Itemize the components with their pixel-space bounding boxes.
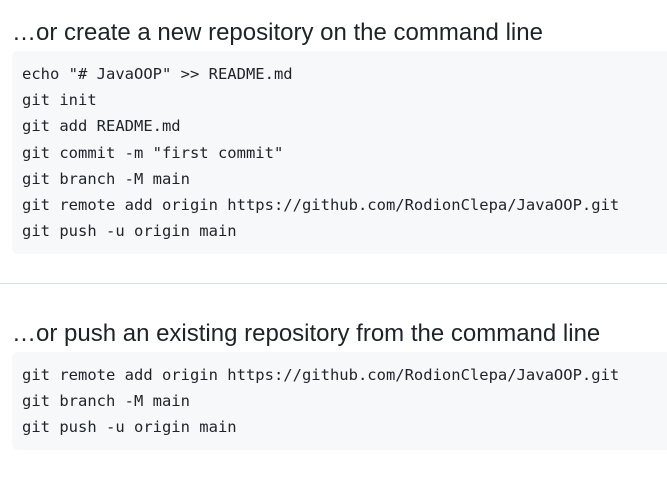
code-line: git branch -M main bbox=[22, 392, 190, 411]
code-line: git add README.md bbox=[22, 117, 181, 136]
section-divider bbox=[0, 283, 667, 284]
code-line: git push -u origin main bbox=[22, 418, 237, 437]
code-line: git remote add origin https://github.com… bbox=[22, 366, 620, 384]
code-line: git remote add origin https://github.com… bbox=[22, 196, 620, 215]
code-line: echo "# JavaOOP" >> README.md bbox=[22, 65, 293, 83]
existing-repo-heading: …or push an existing repository from the… bbox=[12, 320, 601, 347]
new-repo-heading: …or create a new repository on the comma… bbox=[12, 19, 543, 46]
code-line: git init bbox=[22, 91, 97, 110]
new-repo-code-block[interactable]: echo "# JavaOOP" >> README.md git init g… bbox=[12, 51, 667, 254]
code-line: git branch -M main bbox=[22, 169, 190, 188]
code-line: git push -u origin main bbox=[22, 222, 237, 241]
existing-repo-code-block[interactable]: git remote add origin https://github.com… bbox=[12, 352, 667, 450]
code-line: git commit -m "first commit" bbox=[22, 143, 284, 162]
